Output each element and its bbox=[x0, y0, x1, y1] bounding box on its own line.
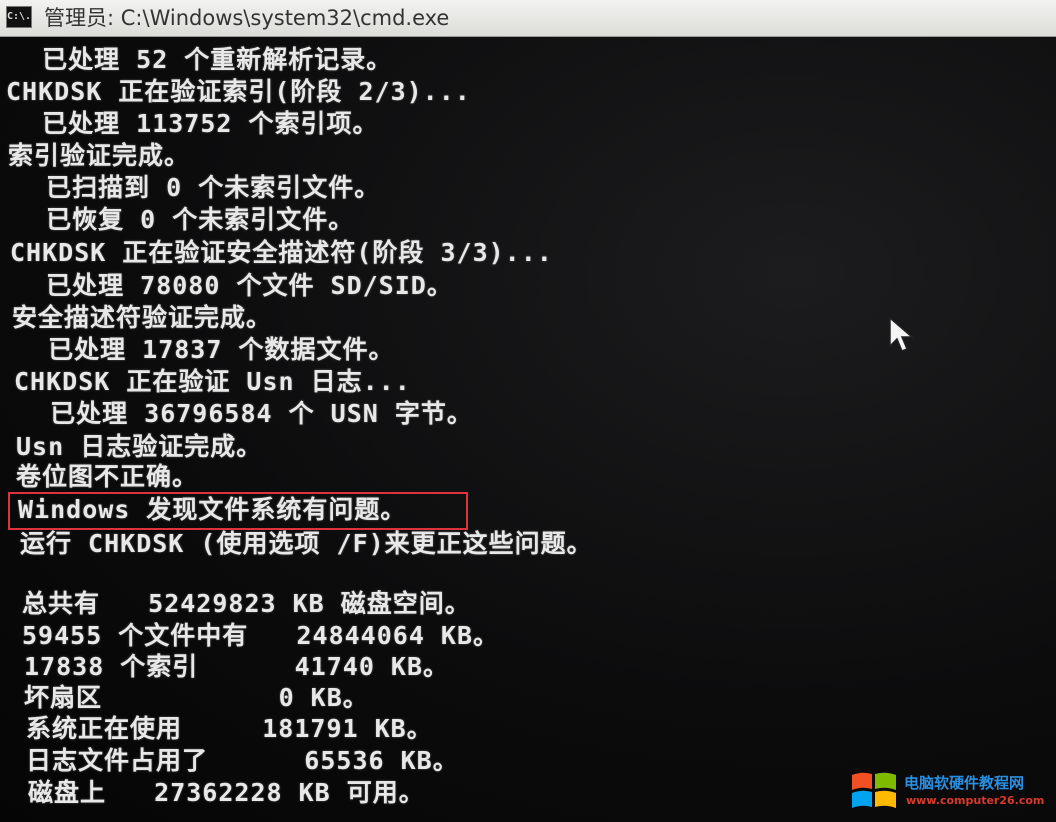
console-line: 已处理 78080 个文件 SD/SID。 bbox=[14, 271, 453, 300]
console-line: CHKDSK 正在验证索引(阶段 2/3)... bbox=[6, 77, 471, 106]
console-line: 卷位图不正确。 bbox=[16, 462, 199, 491]
console-line: 总共有 52429823 KB 磁盘空间。 bbox=[22, 589, 471, 618]
console-line: 日志文件占用了 65536 KB。 bbox=[26, 746, 459, 775]
console-line: Usn 日志验证完成。 bbox=[16, 432, 263, 461]
console-line: CHKDSK 正在验证安全描述符(阶段 3/3)... bbox=[10, 238, 553, 267]
console-line: 已处理 113752 个索引项。 bbox=[10, 109, 379, 138]
console-line: CHKDSK 正在验证 Usn 日志... bbox=[14, 367, 411, 396]
watermark-site-name: 电脑软硬件教程网 bbox=[904, 774, 1025, 792]
console-line: 17838 个索引 41740 KB。 bbox=[24, 652, 450, 681]
title-bar[interactable]: C:\. 管理员: C:\Windows\system32\cmd.exe bbox=[0, 0, 1056, 37]
watermark-url: www.computer26.com bbox=[906, 794, 1045, 807]
mouse-pointer-icon bbox=[889, 316, 915, 352]
console-line: 坏扇区 0 KB。 bbox=[24, 683, 369, 712]
console-output[interactable]: 已处理 52 个重新解析记录。 CHKDSK 正在验证索引(阶段 2/3)...… bbox=[0, 37, 1056, 822]
console-line: 系统正在使用 181791 KB。 bbox=[26, 714, 433, 743]
watermark: 电脑软硬件教程网 www.computer26.com bbox=[850, 766, 1050, 816]
console-line: 已扫描到 0 个未索引文件。 bbox=[14, 173, 381, 202]
windows-logo-icon bbox=[852, 772, 896, 808]
console-line: 运行 CHKDSK (使用选项 /F)来更正这些问题。 bbox=[20, 529, 593, 558]
console-line: 已处理 52 个重新解析记录。 bbox=[10, 45, 393, 74]
console-line: 已处理 36796584 个 USN 字节。 bbox=[18, 399, 473, 428]
console-line: 安全描述符验证完成。 bbox=[12, 303, 273, 332]
console-line: 已恢复 0 个未索引文件。 bbox=[14, 205, 355, 234]
console-line: 59455 个文件中有 24844064 KB。 bbox=[22, 621, 500, 650]
console-line: 磁盘上 27362228 KB 可用。 bbox=[28, 778, 425, 807]
window-title: 管理员: C:\Windows\system32\cmd.exe bbox=[44, 6, 450, 30]
red-highlight-box bbox=[8, 492, 468, 530]
cmd-icon[interactable]: C:\. bbox=[6, 6, 32, 28]
console-line: 索引验证完成。 bbox=[8, 141, 191, 170]
console-line: 已处理 17837 个数据文件。 bbox=[16, 335, 395, 364]
